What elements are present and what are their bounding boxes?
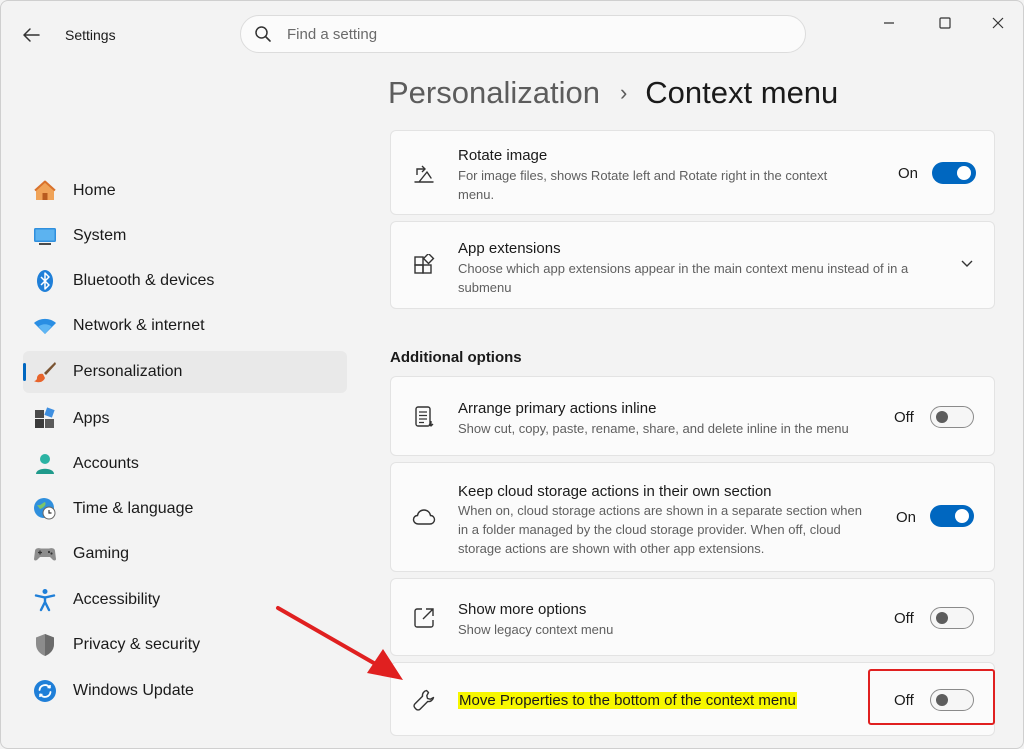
sidebar-item-personalization[interactable]: Personalization: [23, 351, 347, 393]
wrench-icon: [411, 687, 437, 713]
sidebar-item-accounts[interactable]: Accounts: [23, 443, 347, 485]
move-properties-title: Move Properties to the bottom of the con…: [458, 692, 797, 709]
breadcrumb: Personalization › Context menu: [388, 71, 838, 115]
arrange-actions-title: Arrange primary actions inline: [458, 400, 657, 417]
sidebar-item-network[interactable]: Network & internet: [23, 305, 347, 347]
rotate-image-card: Rotate image For image files, shows Rota…: [390, 130, 995, 215]
active-indicator: [23, 363, 26, 381]
account-icon: [33, 452, 57, 476]
cloud-storage-toggle[interactable]: [930, 505, 974, 527]
accessibility-icon: [33, 588, 57, 612]
open-external-icon: [411, 605, 437, 631]
sidebar-item-label: Personalization: [73, 363, 183, 380]
cloud-storage-card: Keep cloud storage actions in their own …: [390, 462, 995, 572]
arrange-actions-desc: Show cut, copy, paste, rename, share, an…: [458, 421, 849, 436]
back-button[interactable]: [15, 21, 47, 49]
sidebar-item-label: Accounts: [73, 455, 139, 472]
sidebar-item-bluetooth[interactable]: Bluetooth & devices: [23, 260, 347, 302]
arrange-actions-state: Off: [894, 409, 914, 426]
minimize-icon: [884, 22, 894, 24]
section-title-additional-options: Additional options: [390, 349, 522, 366]
globe-clock-icon: [33, 497, 57, 521]
search-input[interactable]: [287, 25, 767, 43]
maximize-icon: [939, 17, 951, 29]
update-icon: [33, 679, 57, 703]
show-more-options-title: Show more options: [458, 601, 587, 618]
show-more-options-state: Off: [894, 610, 914, 627]
page-title: Context menu: [645, 75, 839, 110]
sidebar-item-label: Windows Update: [73, 682, 194, 699]
sidebar-item-label: System: [73, 227, 127, 244]
rotate-image-state: On: [898, 165, 919, 182]
wifi-icon: [33, 314, 57, 338]
sidebar-item-label: Privacy & security: [73, 636, 201, 653]
sidebar-item-label: Time & language: [73, 500, 194, 517]
maximize-button[interactable]: [923, 9, 967, 37]
highlighted-text: Move Properties to the bottom of the con…: [458, 692, 797, 709]
rotate-image-toggle[interactable]: [932, 162, 976, 184]
sidebar-item-label: Network & internet: [73, 317, 205, 334]
sidebar-item-time-language[interactable]: Time & language: [23, 488, 347, 530]
back-arrow-icon: [23, 28, 40, 42]
gamepad-icon: [33, 542, 57, 566]
cloud-storage-desc: When on, cloud storage actions are shown…: [458, 503, 862, 556]
arrange-actions-toggle[interactable]: [930, 406, 974, 428]
sidebar-item-system[interactable]: System: [23, 215, 347, 257]
sidebar-item-label: Gaming: [73, 545, 130, 562]
sidebar-item-label: Bluetooth & devices: [73, 272, 215, 289]
sidebar-item-label: Apps: [73, 410, 110, 427]
search-box[interactable]: [240, 15, 806, 53]
close-icon: [992, 17, 1004, 29]
sidebar-item-privacy-security[interactable]: Privacy & security: [23, 624, 347, 666]
sidebar-item-home[interactable]: Home: [23, 170, 347, 212]
chevron-down-icon[interactable]: [960, 256, 974, 275]
breadcrumb-parent[interactable]: Personalization: [388, 75, 600, 111]
rotate-image-icon: [411, 161, 437, 187]
show-more-options-desc: Show legacy context menu: [458, 622, 614, 637]
sidebar-item-label: Accessibility: [73, 591, 161, 608]
annotation-box: [868, 669, 995, 725]
settings-window: Settings Home: [0, 0, 1024, 749]
app-extensions-icon: [411, 253, 437, 279]
apps-icon: [33, 407, 57, 431]
minimize-button[interactable]: [867, 9, 911, 37]
sidebar-item-label: Home: [73, 182, 116, 199]
show-more-options-toggle[interactable]: [930, 607, 974, 629]
close-button[interactable]: [976, 9, 1020, 37]
cloud-storage-state: On: [896, 509, 917, 526]
app-extensions-title: App extensions: [458, 240, 561, 257]
app-extensions-card[interactable]: App extensions Choose which app extensio…: [390, 221, 995, 309]
home-icon: [33, 179, 57, 203]
rotate-image-desc: For image files, shows Rotate left and R…: [458, 168, 828, 202]
list-icon: [411, 404, 437, 430]
sidebar-item-accessibility[interactable]: Accessibility: [23, 579, 347, 621]
shield-icon: [33, 633, 57, 657]
system-icon: [33, 224, 57, 248]
sidebar-item-gaming[interactable]: Gaming: [23, 533, 347, 575]
cloud-icon: [411, 504, 437, 530]
cloud-storage-title: Keep cloud storage actions in their own …: [458, 483, 772, 500]
rotate-image-title: Rotate image: [458, 147, 548, 164]
app-title: Settings: [65, 27, 116, 43]
sidebar-item-windows-update[interactable]: Windows Update: [23, 670, 347, 712]
show-more-options-card: Show more options Show legacy context me…: [390, 578, 995, 656]
sidebar-item-apps[interactable]: Apps: [23, 398, 347, 440]
bluetooth-icon: [33, 269, 57, 293]
app-extensions-desc: Choose which app extensions appear in th…: [458, 261, 909, 295]
breadcrumb-separator: ›: [619, 80, 628, 105]
brush-icon: [33, 360, 57, 384]
search-icon: [253, 24, 273, 44]
arrange-actions-card: Arrange primary actions inline Show cut,…: [390, 376, 995, 456]
